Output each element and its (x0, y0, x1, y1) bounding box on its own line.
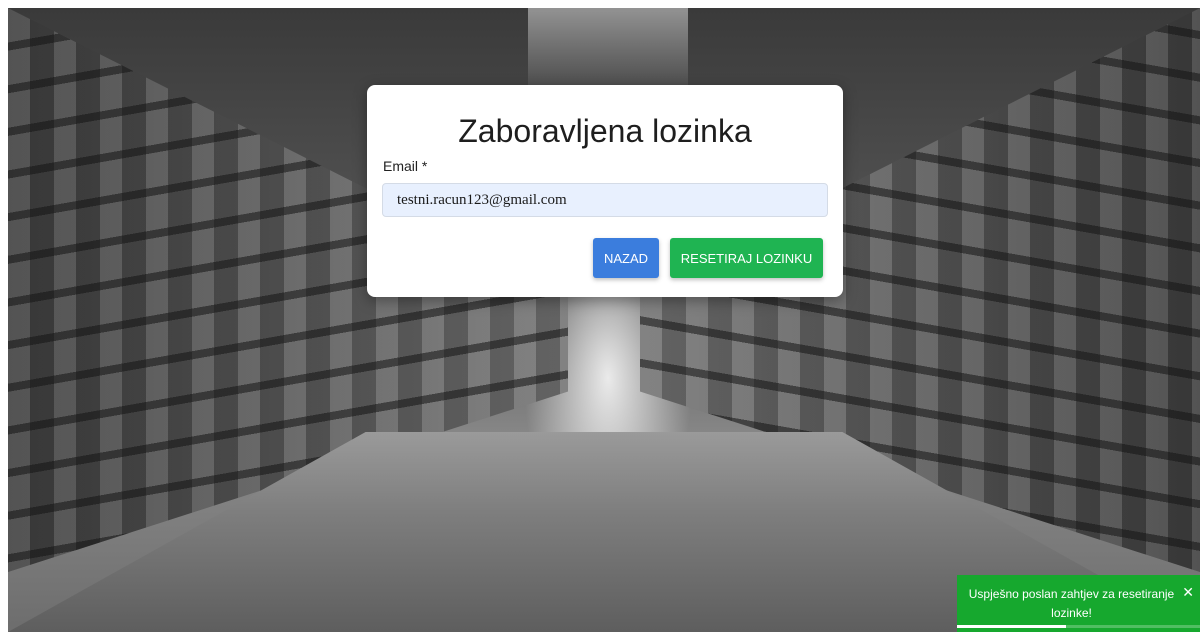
back-button[interactable]: NAZAD (593, 238, 659, 278)
toast-message: Uspješno poslan zahtjev za resetiranje l… (968, 587, 1175, 620)
forgot-password-card: Zaboravljena lozinka Email * NAZAD RESET… (367, 85, 843, 297)
email-label: Email * (383, 158, 428, 174)
close-icon[interactable]: ✕ (1182, 584, 1194, 600)
toast-progress-bar (957, 625, 1067, 628)
email-field[interactable] (382, 183, 828, 217)
success-toast: Uspješno poslan zahtjev za resetiranje l… (957, 575, 1200, 632)
page-title: Zaboravljena lozinka (458, 113, 752, 149)
reset-password-button[interactable]: RESETIRAJ LOZINKU (670, 238, 823, 278)
